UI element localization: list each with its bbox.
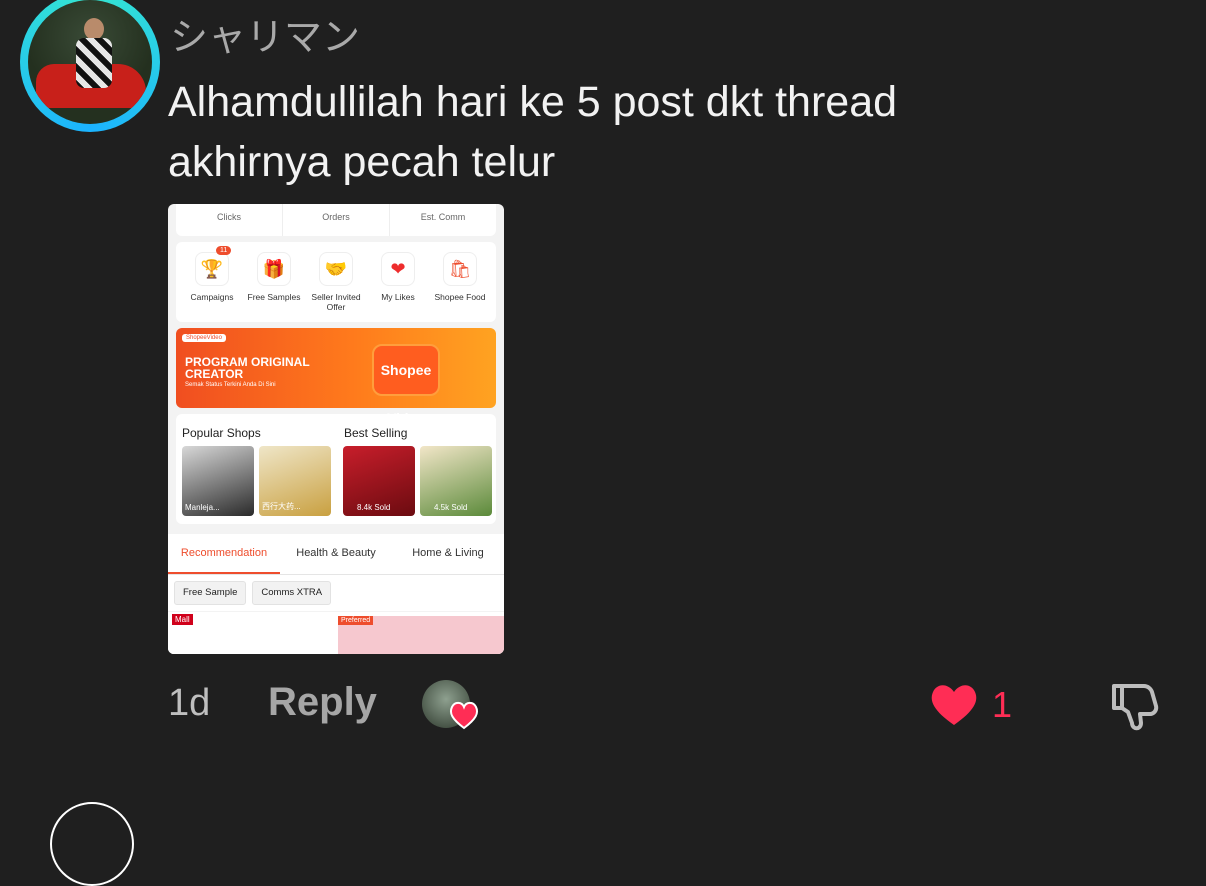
banner-subtitle: Semak Status Terkini Anda Di Sini <box>185 382 276 388</box>
handshake-icon: 🤝 <box>319 252 353 286</box>
sold-count: 8.4k Sold <box>357 503 391 512</box>
best-selling-heading: Best Selling <box>344 426 408 440</box>
shortcut-label: Seller Invited Offer <box>311 292 361 312</box>
popular-shops-heading: Popular Shops <box>182 426 261 440</box>
shop-tile: Manleja... <box>182 446 254 516</box>
best-selling-tile: 4.5k Sold <box>420 446 492 516</box>
shortcut-seller-invited-offer: 🤝 Seller Invited Offer <box>306 242 366 322</box>
food-bag-icon: 🛍 <box>443 252 477 286</box>
product-card: Preferred <box>338 616 504 654</box>
affiliate-stats: Clicks Orders Est. Comm <box>176 204 496 236</box>
username[interactable]: シャリマン <box>170 6 360 61</box>
heart-icon: ❤ <box>381 252 415 286</box>
product-row: Mall Preferred <box>168 612 504 654</box>
stat-orders: Orders <box>283 204 390 236</box>
like-heart-icon[interactable] <box>928 680 980 728</box>
campaign-badge: 11 <box>216 246 232 255</box>
shortcut-campaigns: 🏆 11 Campaigns <box>182 242 242 322</box>
next-comment-avatar[interactable] <box>50 802 134 886</box>
shortcut-my-likes: ❤ My Likes <box>368 242 428 322</box>
comment-text-line: akhirnya pecah telur <box>168 138 556 186</box>
chip-free-sample: Free Sample <box>174 581 247 605</box>
comment-text-line: Alhamdullilah hari ke 5 post dkt thread <box>168 78 898 126</box>
shop-name: Manleja... <box>185 503 220 512</box>
tab-recommendation: Recommendation <box>168 534 280 574</box>
product-card: Mall <box>168 612 334 654</box>
shopee-video-logo: Shopee Video <box>372 344 440 426</box>
promo-banner: ShopeeVideo PROGRAM ORIGINAL CREATOR Sem… <box>176 328 496 426</box>
attached-screenshot[interactable]: Clicks Orders Est. Comm 🏆 11 Campaigns 🎁… <box>168 204 504 654</box>
reply-button[interactable]: Reply <box>268 680 377 725</box>
shortcut-icons: 🏆 11 Campaigns 🎁 Free Samples 🤝 Seller I… <box>176 242 496 322</box>
like-count: 1 <box>992 684 1013 725</box>
banner-title: PROGRAM ORIGINAL CREATOR <box>185 355 310 381</box>
preferred-tag: Preferred <box>338 616 374 625</box>
creator-heart-icon <box>449 701 479 730</box>
comment-avatar[interactable] <box>28 0 152 124</box>
dislike-icon[interactable] <box>1108 680 1160 732</box>
best-selling-tile: 8.4k Sold <box>343 446 415 516</box>
filter-chips: Free Sample Comms XTRA <box>168 575 504 611</box>
shortcut-label: Free Samples <box>247 292 301 302</box>
trophy-icon: 🏆 <box>195 252 229 286</box>
tab-health-beauty: Health & Beauty <box>296 547 376 559</box>
sold-count: 4.5k Sold <box>434 503 468 512</box>
comment-avatar-ring[interactable] <box>20 0 160 132</box>
banner-tag: ShopeeVideo <box>182 334 226 342</box>
shop-tile: 西行大药... <box>259 446 331 516</box>
comment-text: Alhamdullilah hari ke 5 post dkt thread … <box>168 72 1068 192</box>
gift-icon: 🎁 <box>257 252 291 286</box>
stat-est-comm: Est. Comm <box>420 212 466 222</box>
comment-age: 1d <box>168 682 211 724</box>
shop-name: 西行大药... <box>262 502 301 511</box>
tab-home-living: Home & Living <box>412 547 484 559</box>
avatar-person-shape <box>76 18 112 98</box>
shortcut-label: Campaigns <box>190 292 234 302</box>
shops-section: Popular Shops Best Selling Manleja... 西行… <box>176 414 496 524</box>
shortcut-label: My Likes <box>381 292 415 302</box>
mall-tag: Mall <box>172 614 193 625</box>
category-tabs: Recommendation Health & Beauty Home & Li… <box>168 534 504 575</box>
shortcut-shopee-food: 🛍 Shopee Food <box>430 242 490 322</box>
shortcut-free-samples: 🎁 Free Samples <box>244 242 304 322</box>
shortcut-label: Shopee Food <box>434 292 486 302</box>
chip-comms-xtra: Comms XTRA <box>252 581 332 605</box>
stat-clicks: Clicks <box>176 204 283 236</box>
